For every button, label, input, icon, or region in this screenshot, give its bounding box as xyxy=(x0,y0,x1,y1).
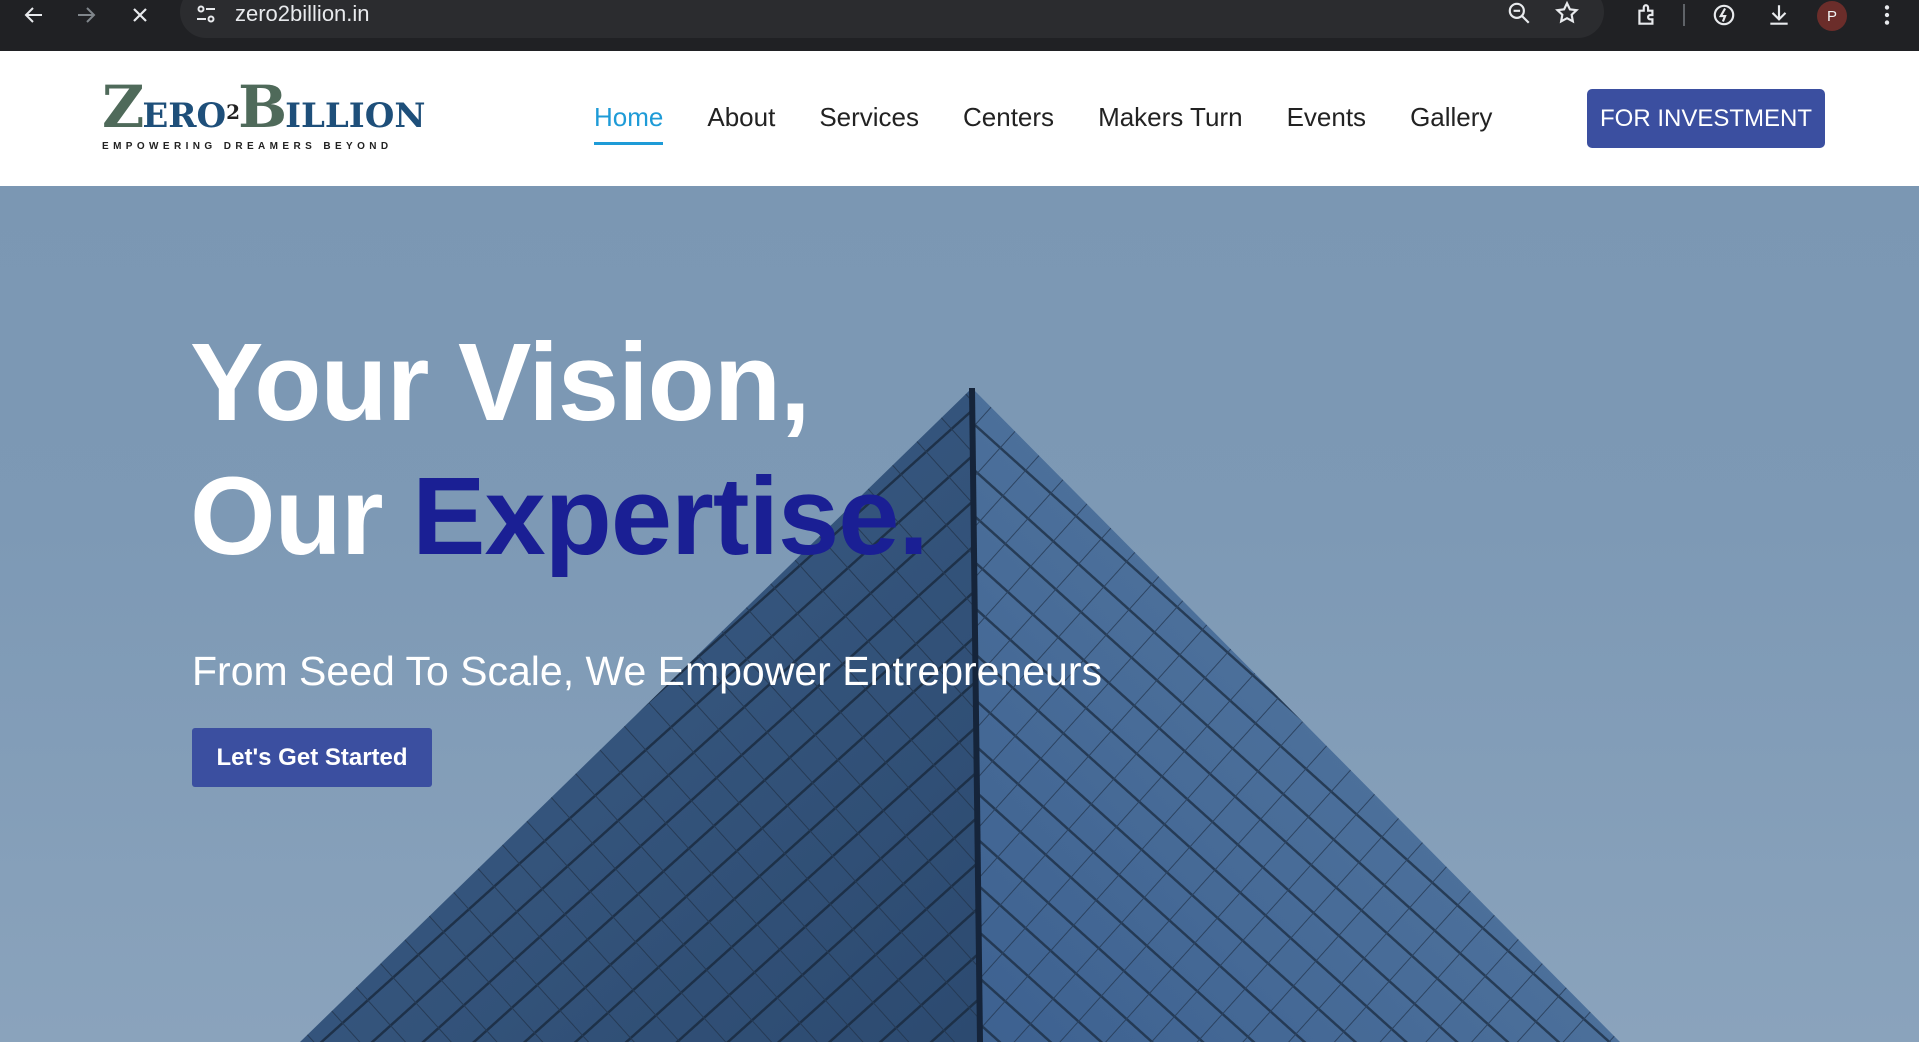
close-icon[interactable] xyxy=(120,0,160,30)
zoom-icon[interactable] xyxy=(1506,0,1532,26)
for-investment-button[interactable]: FOR INVESTMENT xyxy=(1587,89,1825,148)
site-header: ZERO2BILLION EMPOWERING DREAMERS BEYOND … xyxy=(0,51,1919,186)
site-logo[interactable]: ZERO2BILLION EMPOWERING DREAMERS BEYOND xyxy=(102,75,425,157)
back-arrow-icon[interactable] xyxy=(14,0,54,30)
building-background-image xyxy=(300,387,1620,1042)
toolbar-divider xyxy=(1683,4,1685,26)
more-vert-icon[interactable] xyxy=(1872,0,1902,30)
nav-item-gallery[interactable]: Gallery xyxy=(1410,101,1492,133)
site-settings-icon[interactable] xyxy=(194,2,218,26)
profile-avatar[interactable]: P xyxy=(1817,1,1847,31)
browser-toolbar: zero2billion.in P xyxy=(0,0,1919,51)
hero-section: Your Vision, Our Expertise. From Seed To… xyxy=(0,186,1919,1042)
nav-item-home[interactable]: Home xyxy=(594,101,664,145)
hero-heading-line1: Your Vision, xyxy=(190,321,811,444)
logo-tagline: EMPOWERING DREAMERS BEYOND xyxy=(102,141,393,152)
logo-letter-b: B xyxy=(238,73,287,141)
star-icon[interactable] xyxy=(1554,0,1580,26)
get-started-button[interactable]: Let's Get Started xyxy=(192,728,432,787)
nav-item-about[interactable]: About xyxy=(707,101,775,133)
nav-item-makers-turn[interactable]: Makers Turn xyxy=(1098,101,1243,133)
nav-item-centers[interactable]: Centers xyxy=(963,101,1054,133)
logo-letter-z: Z xyxy=(102,73,144,141)
hero-heading-line2-prefix: Our xyxy=(190,455,413,578)
logo-two: 2 xyxy=(226,100,240,124)
hero-subtitle: From Seed To Scale, We Empower Entrepren… xyxy=(192,648,1103,694)
download-icon[interactable] xyxy=(1764,0,1794,30)
url-text[interactable]: zero2billion.in xyxy=(235,2,370,26)
logo-illion: ILLION xyxy=(285,96,426,136)
nav-item-services[interactable]: Services xyxy=(819,101,919,133)
address-bar[interactable]: zero2billion.in xyxy=(180,0,1604,38)
nav-item-events[interactable]: Events xyxy=(1287,101,1367,133)
performance-icon[interactable] xyxy=(1709,0,1739,30)
hero-heading-accent: Expertise. xyxy=(412,455,929,578)
main-navigation: Home About Services Centers Makers Turn … xyxy=(594,101,1536,145)
hero-heading: Your Vision, Our Expertise. xyxy=(190,316,929,584)
logo-wordmark: ZERO2BILLION xyxy=(102,75,425,148)
forward-arrow-icon[interactable] xyxy=(66,0,106,30)
extensions-icon[interactable] xyxy=(1632,0,1662,30)
logo-ero: ERO xyxy=(142,96,227,136)
